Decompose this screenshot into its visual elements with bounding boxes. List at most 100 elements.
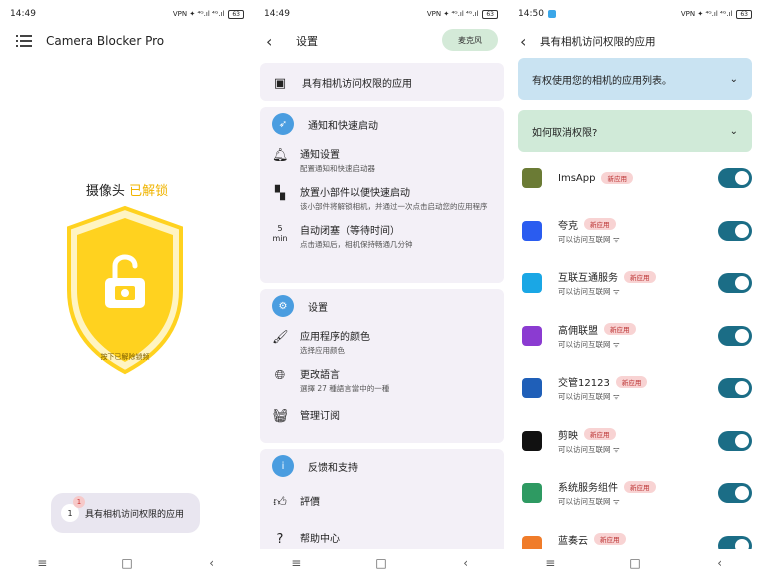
camera-apps-item[interactable]: ▣ 具有相机访问权限的应用	[260, 63, 504, 101]
help-icon: ?	[276, 532, 284, 547]
nav-bar: ≡ □ ‹	[508, 549, 762, 577]
list-item: 夸克 新应用可以访问互联网 ᯤ	[522, 209, 752, 253]
camera-permission-toggle[interactable]	[718, 273, 752, 293]
notification-badge: 1	[73, 496, 85, 508]
camera-permission-toggle[interactable]	[718, 378, 752, 398]
shield-unlock-button[interactable]	[63, 204, 187, 376]
status-time: 14:50	[518, 9, 544, 19]
back-arrow-icon[interactable]: ‹	[266, 32, 296, 51]
app-name: 系统服务组件	[558, 483, 618, 494]
nav-bar: ≡ □ ‹	[254, 549, 508, 577]
camera-apps-pill[interactable]: 1 1 具有相机访问权限的应用	[51, 493, 200, 533]
back-arrow-icon[interactable]: ‹	[520, 32, 540, 51]
brush-icon: 🖌︎	[272, 330, 289, 345]
home-icon[interactable]: □	[620, 556, 650, 570]
wifi-icon: ᯤ	[610, 234, 620, 244]
back-icon[interactable]: ‹	[705, 556, 735, 570]
camera-permission-toggle[interactable]	[718, 483, 752, 503]
wifi-icon: ᯤ	[610, 497, 620, 506]
app-header: Camera Blocker Pro	[0, 28, 254, 54]
chevron-down-icon: ⌄	[729, 73, 738, 85]
auto-block-row[interactable]: 5 min 自动闭塞（等待时间） 点击通知后，相机保持畅通几分钟	[260, 217, 504, 255]
home-icon[interactable]: □	[366, 556, 396, 570]
list-item: 高佣联盟 新应用 可以访问互联网 ᯤ	[522, 314, 752, 358]
notification-settings-row[interactable]: 🔔︎ 通知设置 配置通知和快速启动器	[260, 141, 504, 179]
accordion-revoke[interactable]: 如何取消权限? ⌄	[518, 110, 752, 152]
settings-section-header: ⚙ 设置	[260, 289, 504, 323]
notify-section-header: ➶ 通知和快速启动	[260, 107, 504, 141]
home-icon[interactable]: □	[112, 556, 142, 570]
camera-apps-label: 具有相机访问权限的应用	[302, 78, 412, 90]
language-row[interactable]: 🌐︎ 更改語言 選擇 27 種語言當中的一種	[260, 361, 504, 399]
app-info: 交管12123 新应用 可以访问互联网 ᯤ	[558, 374, 718, 402]
app-name: 交管12123	[558, 378, 610, 389]
globe-icon: 🌐︎	[274, 368, 286, 383]
recents-icon[interactable]: ≡	[27, 556, 57, 570]
recents-icon[interactable]: ≡	[535, 556, 565, 570]
app-icon	[522, 325, 542, 346]
info-icon: i	[272, 455, 294, 477]
microphone-button[interactable]: 麦克风	[442, 29, 498, 51]
battery-icon: 63	[228, 9, 244, 19]
settings-header: ‹ 设置 麦克风	[254, 28, 508, 54]
camera-apps-header: ‹ 具有相机访问权限的应用	[508, 28, 762, 54]
status-bar: 14:49 VPN ✦ ⁴ᴳ.ıl ⁴ᴳ.ıl 63	[0, 0, 254, 28]
feedback-section: i 反馈和支持 👍︎ 評價 ? 帮助中心	[260, 449, 504, 559]
camera-status: 摄像头 已解锁	[0, 180, 254, 199]
app-info: 高佣联盟 新应用 可以访问互联网 ᯤ	[558, 322, 718, 350]
screen-settings: 14:49 VPN ✦ ⁴ᴳ.ıl ⁴ᴳ.ıl 63 ‹ 设置 麦克风 ▣ 具有…	[254, 0, 508, 577]
internet-access-label: 可以访问互联网	[558, 497, 611, 506]
widget-row[interactable]: ▚ 放置小部件以便快速启动 该小部件将解锁相机，并通过一次点击启动您的应用程序	[260, 179, 504, 217]
pill-label: 具有相机访问权限的应用	[85, 509, 185, 520]
feedback-section-header: i 反馈和支持	[260, 449, 504, 483]
status-bar: 14:50 VPN ✦ ⁴ᴳ.ıl ⁴ᴳ.ıl 63	[508, 0, 762, 28]
widget-icon: ▚	[275, 186, 285, 201]
wifi-icon: ᯤ	[610, 392, 620, 401]
status-time: 14:49	[264, 9, 290, 19]
app-icon	[522, 220, 542, 241]
menu-icon[interactable]	[16, 35, 32, 47]
app-name: ImsApp	[558, 172, 596, 184]
camera-permission-toggle[interactable]	[718, 430, 752, 451]
rate-row[interactable]: 👍︎ 評價	[260, 483, 504, 520]
accordion-app-list[interactable]: 有权使用您的相机的应用列表。 ⌄	[518, 58, 752, 100]
app-icon	[522, 430, 542, 451]
status-icons: VPN ✦ ⁴ᴳ.ıl ⁴ᴳ.ıl	[426, 10, 479, 18]
notify-section: ➶ 通知和快速启动 🔔︎ 通知设置 配置通知和快速启动器 ▚ 放置小部件以便快速…	[260, 107, 504, 283]
app-name: 夸克	[558, 220, 578, 232]
internet-access-label: 可以访问互联网	[558, 392, 611, 401]
back-icon[interactable]: ‹	[451, 556, 481, 570]
recents-icon[interactable]: ≡	[281, 556, 311, 570]
gear-icon: ⚙	[272, 295, 294, 317]
camera-permission-toggle[interactable]	[718, 168, 752, 188]
battery-icon: 63	[482, 9, 498, 19]
app-color-row[interactable]: 🖌︎ 应用程序的颜色 选择应用颜色	[260, 323, 504, 361]
page-title: 具有相机访问权限的应用	[540, 35, 656, 48]
app-list-icon: ▣	[273, 75, 287, 91]
app-title: Camera Blocker Pro	[46, 34, 165, 48]
internet-access-label: 可以访问互联网	[558, 234, 611, 244]
notification-icon	[547, 10, 556, 18]
camera-permission-toggle[interactable]	[718, 325, 752, 346]
internet-access-label: 可以访问互联网	[558, 287, 611, 296]
new-app-badge: 新应用	[624, 480, 656, 493]
back-icon[interactable]: ‹	[197, 556, 227, 570]
new-app-badge: 新应用	[584, 428, 616, 440]
internet-access-label: 可以访问互联网	[558, 339, 611, 349]
chevron-down-icon: ⌄	[729, 125, 738, 137]
new-app-badge: 新应用	[624, 270, 656, 283]
shield-caption: 按下已解除锁频	[100, 353, 150, 361]
app-info: 系统服务组件 新应用可以访问互联网 ᯤ	[558, 479, 718, 507]
list-item: 交管12123 新应用 可以访问互联网 ᯤ	[522, 366, 752, 410]
new-app-badge: 新应用	[584, 218, 616, 230]
rocket-icon: ➶	[272, 113, 294, 135]
subscription-row[interactable]: 🧺︎ 管理订阅	[260, 399, 504, 429]
list-item: 系统服务组件 新应用可以访问互联网 ᯤ	[522, 471, 752, 515]
app-name: 剪映	[558, 430, 578, 442]
camera-label: 摄像头	[85, 184, 125, 199]
timer-icon: 5 min	[272, 224, 288, 243]
camera-permission-toggle[interactable]	[718, 220, 752, 241]
new-app-badge: 新应用	[601, 172, 633, 184]
list-item: 剪映 新应用 可以访问互联网 ᯤ	[522, 419, 752, 463]
basket-icon: 🧺︎	[272, 409, 289, 424]
